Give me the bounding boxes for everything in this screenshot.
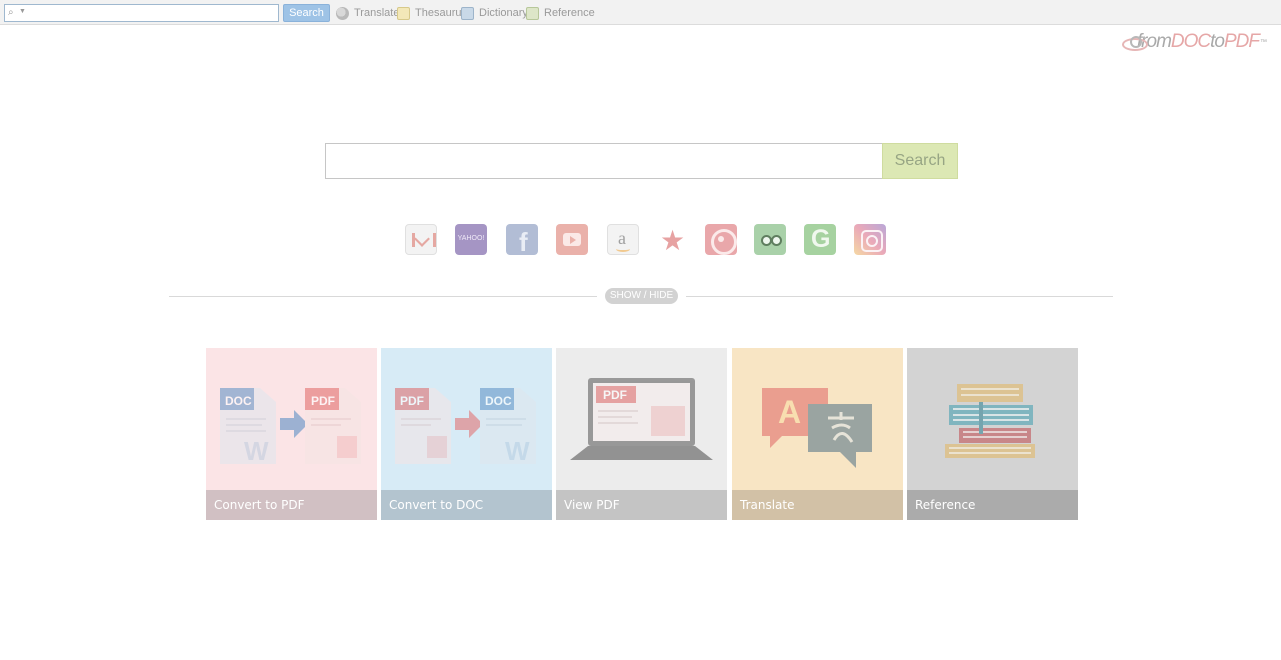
- translate-bubbles-illustration: A: [762, 388, 872, 468]
- svg-text:PDF: PDF: [400, 394, 424, 408]
- youtube-icon[interactable]: [556, 224, 588, 255]
- main-search-button[interactable]: Search: [882, 143, 958, 179]
- toolbar: ⌕ ▼ Search Translate Thesaurus Dictionar…: [0, 0, 1281, 25]
- thesaurus-icon: [397, 6, 410, 20]
- tile-label: View PDF: [556, 490, 727, 520]
- svg-text:PDF: PDF: [311, 394, 335, 408]
- trademark-symbol: ™: [1260, 38, 1267, 46]
- amazon-icon[interactable]: a: [607, 224, 639, 255]
- show-hide-toggle[interactable]: SHOW / HIDE: [605, 288, 678, 304]
- main-search-box[interactable]: [325, 143, 883, 179]
- logo-swirl-icon: [1122, 34, 1148, 51]
- tile-view-pdf[interactable]: PDF View PDF: [556, 348, 727, 520]
- dropdown-caret-icon[interactable]: ▼: [19, 8, 26, 15]
- yahoo-icon[interactable]: YAHOO!: [455, 224, 487, 255]
- gmail-icon[interactable]: [405, 224, 437, 255]
- tile-label: Convert to DOC: [381, 490, 552, 520]
- toolbar-link-dictionary[interactable]: Dictionary: [461, 6, 528, 20]
- tile-convert-to-pdf[interactable]: DOC W PDF Convert to PDF: [206, 348, 377, 520]
- svg-text:W: W: [505, 436, 530, 466]
- svg-text:DOC: DOC: [485, 394, 512, 408]
- toolbar-search-box[interactable]: ⌕ ▼: [4, 4, 279, 22]
- toolbar-link-translate[interactable]: Translate: [336, 6, 399, 20]
- laptop-pdf-illustration: PDF: [570, 378, 713, 460]
- fromdoctopdf-logo[interactable]: fromDOCtoPDF ™: [1122, 30, 1267, 54]
- tile-label: Translate: [732, 490, 903, 520]
- grammarly-icon[interactable]: G: [804, 224, 836, 255]
- tile-translate[interactable]: A Translate: [732, 348, 903, 520]
- tile-convert-to-doc[interactable]: PDF DOC W Convert to DOC: [381, 348, 552, 520]
- logo-text: fromDOCtoPDF: [1136, 31, 1260, 52]
- tile-label: Reference: [907, 490, 1078, 520]
- tile-reference[interactable]: Reference: [907, 348, 1078, 520]
- tripadvisor-icon[interactable]: [754, 224, 786, 255]
- toolbar-link-thesaurus[interactable]: Thesaurus: [397, 6, 467, 20]
- main-search-input[interactable]: [326, 144, 882, 178]
- svg-text:PDF: PDF: [603, 388, 627, 402]
- page: ⌕ ▼ Search Translate Thesaurus Dictionar…: [0, 0, 1281, 660]
- svg-text:W: W: [244, 436, 269, 466]
- toolbar-link-label: Translate: [354, 7, 400, 19]
- toolbar-link-label: Reference: [544, 7, 595, 19]
- toolbar-link-reference[interactable]: Reference: [526, 6, 595, 20]
- toolbar-search-button[interactable]: Search: [283, 4, 330, 22]
- target-icon[interactable]: [705, 224, 737, 255]
- translate-icon: [336, 6, 349, 20]
- svg-text:DOC: DOC: [225, 394, 252, 408]
- reference-icon: [526, 6, 539, 20]
- star-icon[interactable]: ★: [656, 224, 688, 256]
- toolbar-search-input[interactable]: [27, 6, 275, 20]
- book-stack-illustration: [945, 384, 1035, 458]
- toolbar-link-label: Thesaurus: [415, 7, 467, 19]
- facebook-icon[interactable]: f: [506, 224, 538, 257]
- instagram-icon[interactable]: [854, 224, 886, 255]
- pdf-to-doc-illustration: PDF DOC W: [395, 388, 536, 466]
- doc-to-pdf-illustration: DOC W PDF: [220, 388, 361, 466]
- divider-right: [686, 296, 1113, 297]
- svg-text:A: A: [778, 394, 801, 430]
- dictionary-icon: [461, 6, 474, 20]
- divider-left: [169, 296, 597, 297]
- toolbar-link-label: Dictionary: [479, 7, 528, 19]
- search-icon[interactable]: ⌕: [8, 7, 14, 18]
- tile-label: Convert to PDF: [206, 490, 377, 520]
